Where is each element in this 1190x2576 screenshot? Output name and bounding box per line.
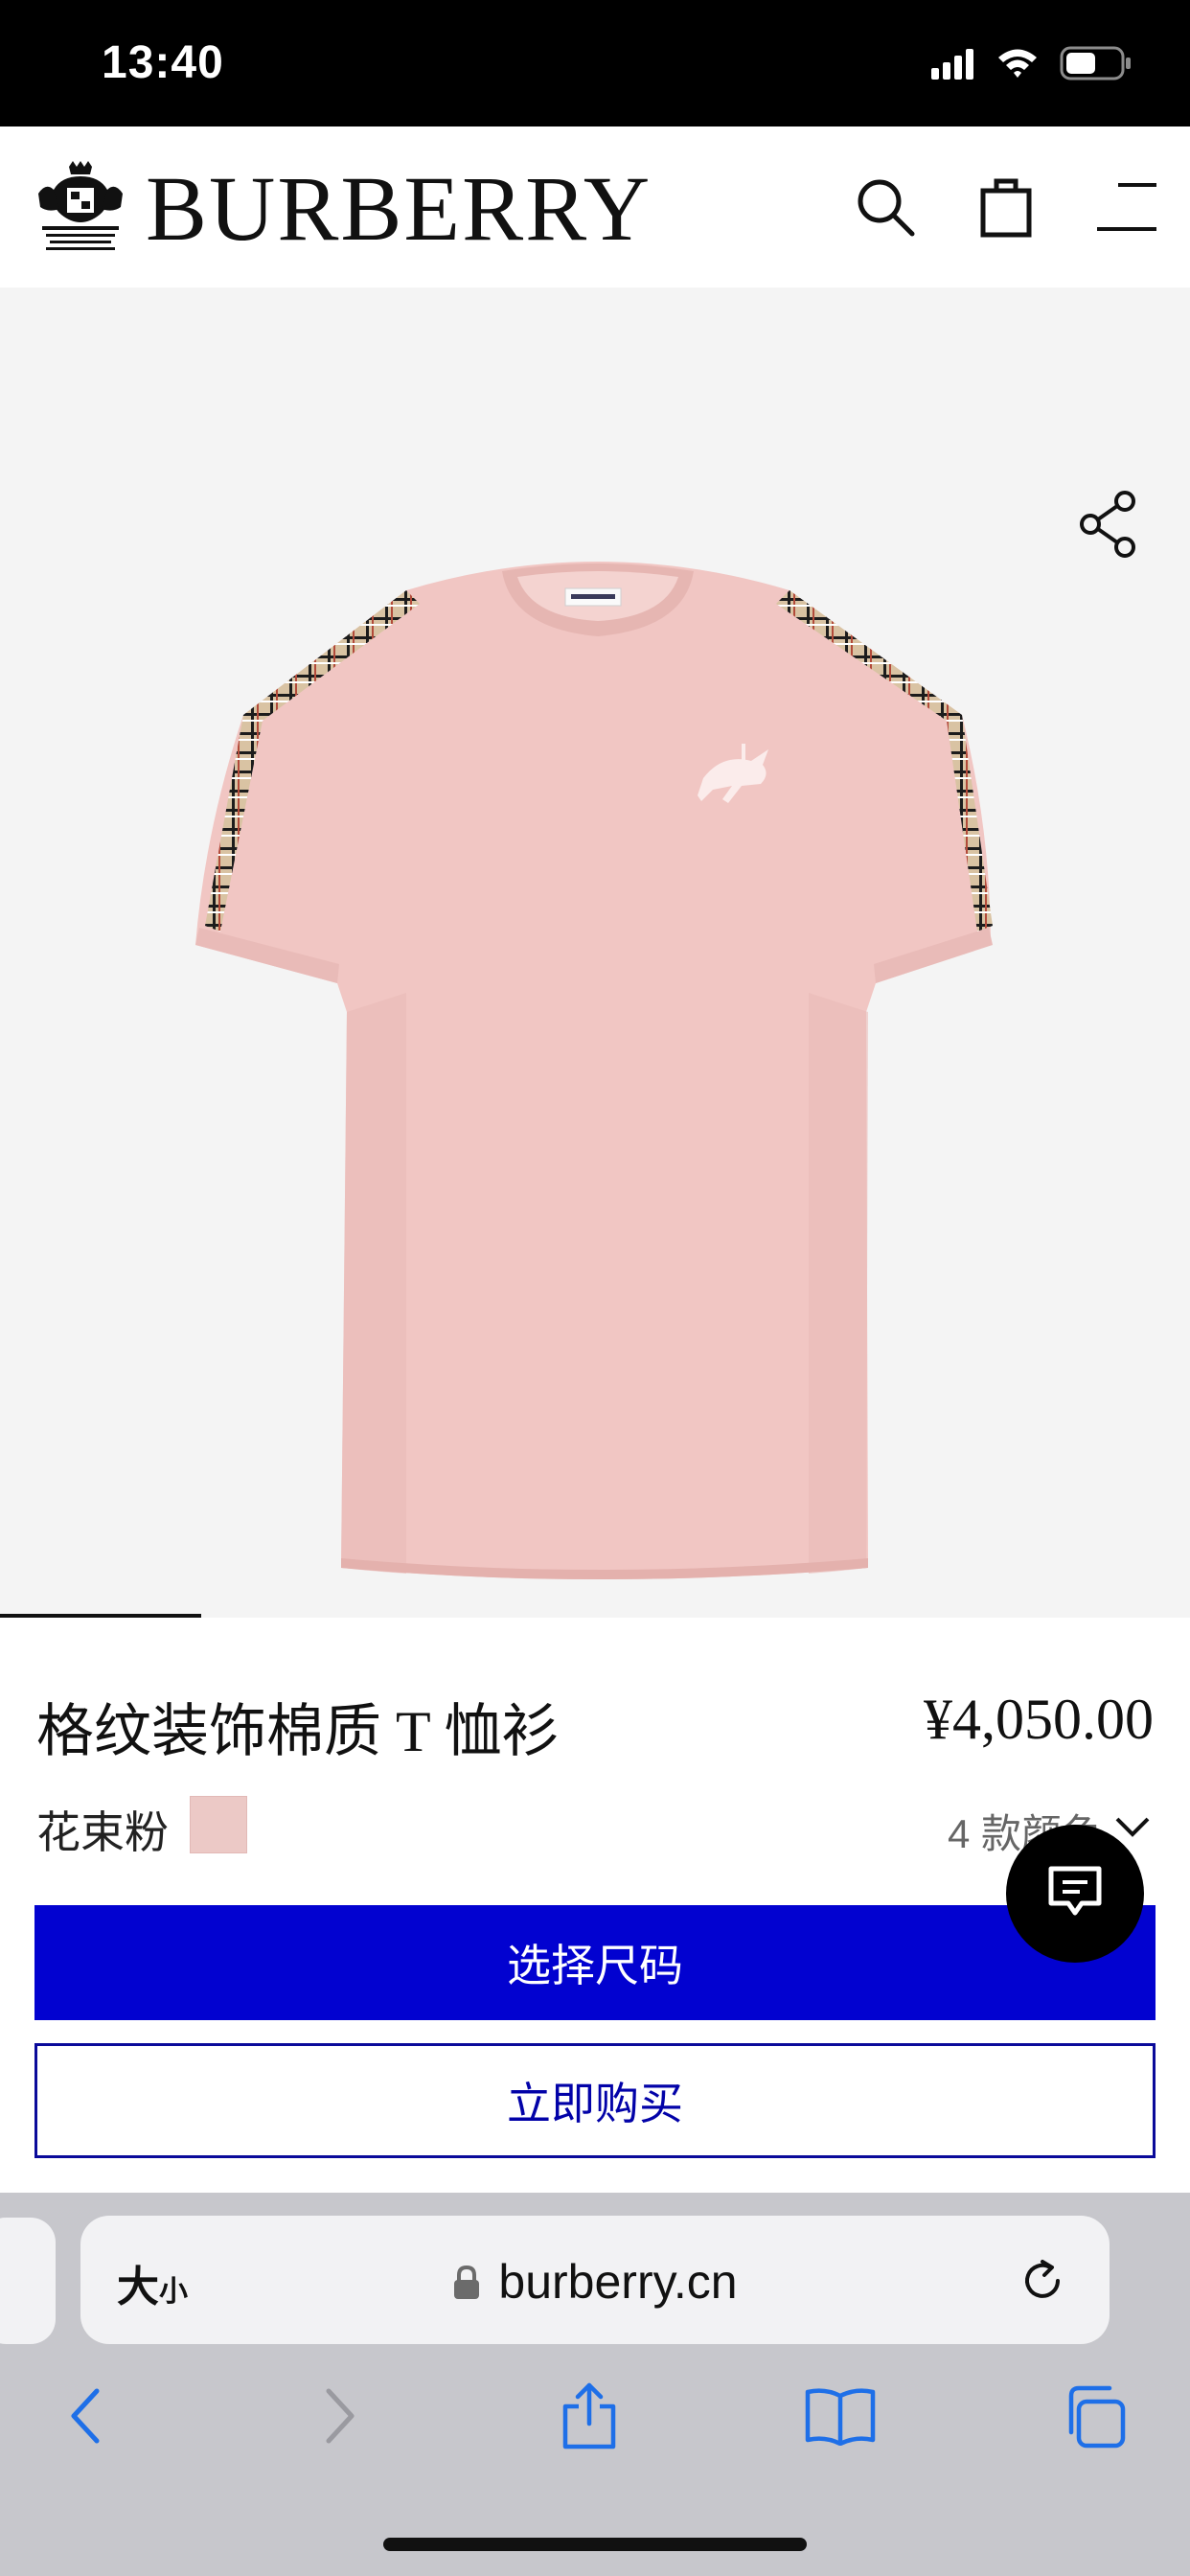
product-price: ¥4,050.00 xyxy=(924,1688,1154,1751)
gallery-slide-indicator xyxy=(0,1614,201,1618)
url-display[interactable]: burberry.cn xyxy=(80,2254,1110,2310)
tabs-icon[interactable] xyxy=(1050,2373,1136,2459)
shopping-bag-icon[interactable] xyxy=(968,169,1044,245)
buy-now-button[interactable]: 立即购买 xyxy=(34,2043,1156,2158)
site-header: BURBERRY xyxy=(0,126,1190,288)
brand-logo[interactable]: BURBERRY xyxy=(146,163,652,255)
wifi-icon xyxy=(996,47,1039,84)
status-time: 13:40 xyxy=(102,37,224,88)
browser-nav-row xyxy=(0,2373,1190,2472)
menu-icon[interactable] xyxy=(1088,169,1165,245)
share-icon[interactable] xyxy=(1065,481,1152,567)
royal-warrant-crest-icon[interactable] xyxy=(33,161,128,257)
product-image[interactable] xyxy=(186,514,1010,1618)
address-bar[interactable]: 大小 burberry.cn xyxy=(80,2216,1110,2344)
reload-icon[interactable] xyxy=(1014,2252,1071,2310)
battery-icon xyxy=(1060,46,1133,85)
product-gallery[interactable] xyxy=(0,288,1190,1618)
chat-button[interactable] xyxy=(1006,1825,1144,1963)
previous-tab-peek[interactable] xyxy=(0,2218,56,2344)
select-size-button[interactable]: 选择尺码 xyxy=(34,1905,1156,2020)
chat-icon xyxy=(1047,1865,1103,1923)
share-icon[interactable] xyxy=(546,2373,632,2459)
search-icon[interactable] xyxy=(847,169,924,245)
browser-toolbar: 大小 burberry.cn xyxy=(0,2193,1190,2576)
status-bar: 13:40 xyxy=(0,0,1190,126)
lock-icon xyxy=(452,2256,481,2299)
back-icon[interactable] xyxy=(42,2373,128,2459)
color-name: 花束粉 xyxy=(36,1807,169,1857)
color-swatch[interactable] xyxy=(190,1796,247,1853)
bookmarks-icon[interactable] xyxy=(797,2373,883,2459)
forward-icon[interactable] xyxy=(297,2373,383,2459)
product-name: 格纹装饰棉质 T 恤衫 xyxy=(36,1700,560,1763)
cellular-signal-icon xyxy=(931,47,975,84)
url-text: burberry.cn xyxy=(498,2255,738,2309)
status-icons xyxy=(931,44,1133,86)
home-indicator[interactable] xyxy=(383,2538,807,2551)
